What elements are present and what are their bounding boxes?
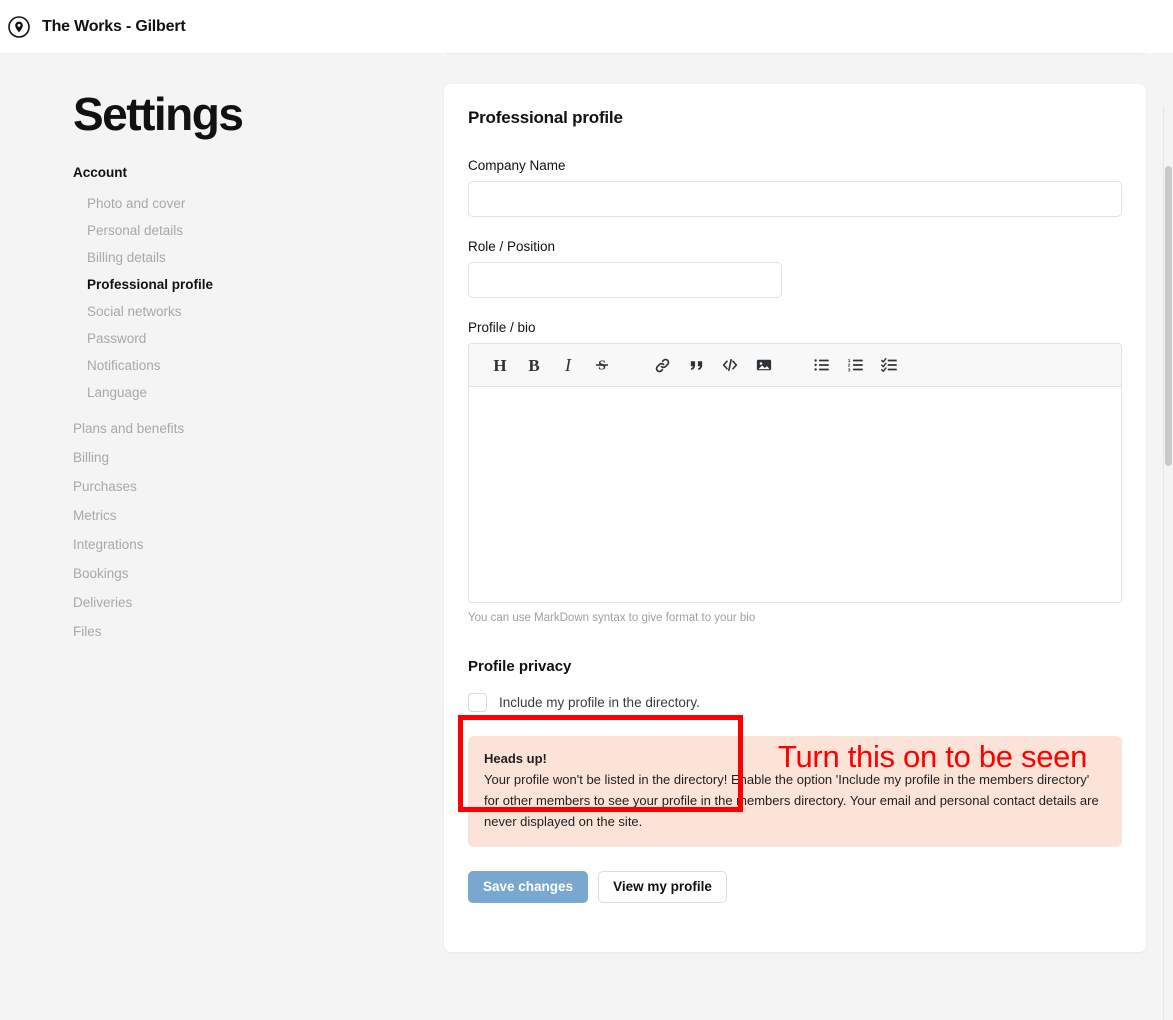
- profile-privacy-title: Profile privacy: [468, 658, 572, 675]
- page-body: Settings Account Photo and cover Persona…: [0, 43, 1173, 1020]
- professional-profile-card: Professional profile Company Name Role /…: [444, 84, 1146, 952]
- code-icon[interactable]: [715, 350, 745, 380]
- sidebar-item-deliveries[interactable]: Deliveries: [73, 588, 403, 617]
- page-scrollbar-thumb[interactable]: [1165, 166, 1172, 466]
- include-in-directory-row[interactable]: Include my profile in the directory.: [468, 693, 1122, 712]
- card-title: Professional profile: [468, 108, 623, 127]
- markdown-hint: You can use MarkDown syntax to give form…: [468, 612, 756, 624]
- heading-icon[interactable]: H: [485, 350, 515, 380]
- image-icon[interactable]: [749, 350, 779, 380]
- sidebar-item-metrics[interactable]: Metrics: [73, 501, 403, 530]
- form-actions: Save changes View my profile: [468, 871, 1122, 904]
- bio-textarea[interactable]: [469, 387, 1121, 602]
- sidebar-item-personal-details[interactable]: Personal details: [87, 217, 403, 244]
- sidebar-account-items: Photo and cover Personal details Billing…: [87, 190, 403, 406]
- bio-field-group: Profile / bio H B I S 1 2 3 You can use …: [468, 320, 1122, 624]
- sidebar-item-language[interactable]: Language: [87, 379, 403, 406]
- sidebar-item-professional-profile[interactable]: Professional profile: [87, 271, 403, 298]
- previous-card-edge: [444, 43, 1146, 53]
- profile-privacy-section: Profile privacy Include my profile in th…: [468, 658, 1122, 712]
- sidebar-item-password[interactable]: Password: [87, 325, 403, 352]
- svg-text:S: S: [598, 359, 606, 374]
- strikethrough-icon[interactable]: S: [587, 350, 617, 380]
- sidebar-item-purchases[interactable]: Purchases: [73, 472, 403, 501]
- numbered-list-icon[interactable]: 1 2 3: [841, 350, 871, 380]
- company-name-input[interactable]: [468, 181, 1122, 217]
- save-changes-button[interactable]: Save changes: [468, 871, 589, 904]
- include-in-directory-label: Include my profile in the directory.: [499, 695, 700, 710]
- sidebar-item-plans-and-benefits[interactable]: Plans and benefits: [73, 414, 403, 443]
- include-in-directory-checkbox[interactable]: [468, 693, 487, 712]
- sidebar-item-integrations[interactable]: Integrations: [73, 530, 403, 559]
- location-pin-icon: [6, 14, 32, 40]
- markdown-toolbar: H B I S 1 2 3: [469, 344, 1121, 387]
- sidebar-group-account: Account: [73, 165, 127, 180]
- bio-label: Profile / bio: [468, 320, 536, 335]
- company-name-field-group: Company Name: [468, 158, 1122, 217]
- view-my-profile-button[interactable]: View my profile: [598, 871, 727, 904]
- brand-name: The Works - Gilbert: [42, 17, 186, 35]
- bold-icon[interactable]: B: [519, 350, 549, 380]
- company-name-label: Company Name: [468, 158, 566, 173]
- bullet-list-icon[interactable]: [807, 350, 837, 380]
- sidebar-item-notifications[interactable]: Notifications: [87, 352, 403, 379]
- settings-sidebar: Settings Account Photo and cover Persona…: [73, 91, 403, 646]
- checklist-icon[interactable]: [875, 350, 905, 380]
- svg-text:3: 3: [848, 367, 851, 373]
- sidebar-item-social-networks[interactable]: Social networks: [87, 298, 403, 325]
- sidebar-item-billing[interactable]: Billing: [73, 443, 403, 472]
- role-position-input[interactable]: [468, 262, 782, 298]
- sidebar-root-items: Plans and benefits Billing Purchases Met…: [73, 414, 403, 646]
- page-title: Settings: [73, 88, 244, 140]
- role-position-label: Role / Position: [468, 239, 556, 254]
- link-icon[interactable]: [647, 350, 677, 380]
- sidebar-item-files[interactable]: Files: [73, 617, 403, 646]
- markdown-editor: H B I S 1 2 3: [468, 343, 1122, 603]
- annotation-callout-text: Turn this on to be seen: [778, 739, 1088, 774]
- italic-icon[interactable]: I: [553, 350, 583, 380]
- sidebar-item-photo-and-cover[interactable]: Photo and cover: [87, 190, 403, 217]
- page-scrollbar-track[interactable]: [1163, 106, 1173, 1020]
- quote-icon[interactable]: [681, 350, 711, 380]
- alert-body: Your profile won't be listed in the dire…: [484, 772, 1099, 830]
- sidebar-item-billing-details[interactable]: Billing details: [87, 244, 403, 271]
- sidebar-item-bookings[interactable]: Bookings: [73, 559, 403, 588]
- role-position-field-group: Role / Position: [468, 239, 1122, 298]
